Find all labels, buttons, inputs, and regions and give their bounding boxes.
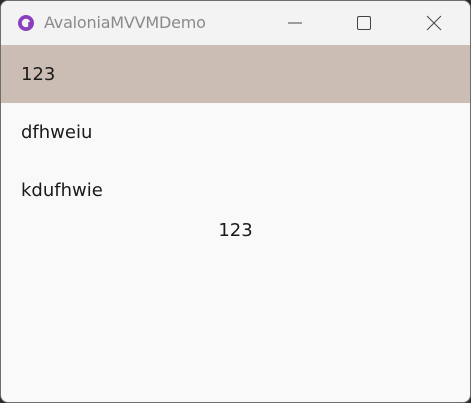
window-title: AvaloniaMVVMDemo <box>44 13 206 32</box>
maximize-icon <box>357 16 371 30</box>
minimize-button[interactable] <box>272 1 318 45</box>
items-list[interactable]: 123 dfhweiu kdufhwie <box>1 45 470 219</box>
list-item-label: dfhweiu <box>21 121 93 143</box>
selected-item-text: 123 <box>218 220 253 241</box>
minimize-icon <box>288 22 302 24</box>
avalonia-logo-icon <box>18 15 34 31</box>
list-item[interactable]: kdufhwie <box>1 161 470 219</box>
maximize-button[interactable] <box>341 1 387 45</box>
app-window: AvaloniaMVVMDemo 123 dfhweiu kdufhwie 12… <box>0 0 471 403</box>
list-item-label: kdufhwie <box>21 179 103 201</box>
title-bar[interactable]: AvaloniaMVVMDemo <box>1 1 470 45</box>
list-item[interactable]: dfhweiu <box>1 103 470 161</box>
list-item-label: 123 <box>21 63 56 85</box>
close-icon <box>426 15 442 31</box>
list-item[interactable]: 123 <box>1 45 470 103</box>
close-button[interactable] <box>411 1 457 45</box>
